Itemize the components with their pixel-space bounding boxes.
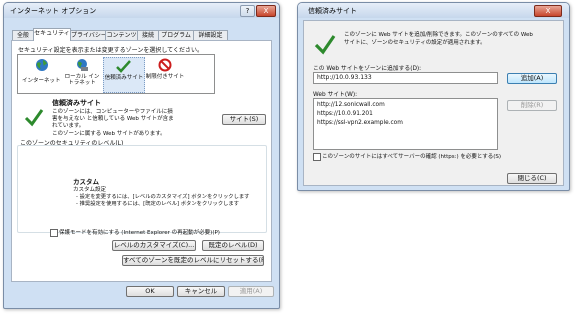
ok-button[interactable]: OK [126, 286, 174, 297]
website-item[interactable]: https://10.0.91.201 [317, 111, 373, 117]
tab-security[interactable]: セキュリティ [33, 28, 71, 41]
protected-mode-label: 保護モードを有効にする (Internet Explorer の再起動が必要)(… [59, 230, 220, 236]
intranet-icon [77, 59, 88, 71]
trusted-title: 信頼済みサイト [308, 7, 357, 15]
inet-title: インターネット オプション [10, 7, 97, 15]
zone-local-intranet-label: ローカル イントラネット [64, 74, 100, 86]
website-item[interactable]: http://12.sonicwall.com [317, 102, 385, 108]
remove-button[interactable]: 削除(R) [507, 100, 557, 111]
check-icon [116, 60, 131, 73]
trusted-titlebar: 信頼済みサイト X [298, 3, 569, 18]
zone-internet-label: インターネット [22, 78, 61, 84]
website-item[interactable]: https://ssl-vpn2.example.com [317, 120, 403, 126]
internet-options-window: インターネット オプション ? X 全般 セキュリティ プライバシー コンテンツ… [3, 2, 280, 309]
trusted-desc-line-1: このゾーンに Web サイトを追加/削除できます。このゾーンのすべての Web [344, 32, 533, 38]
websites-label: Web サイト(W): [313, 92, 358, 98]
trusted-close-button[interactable]: X [534, 5, 562, 17]
zone-trusted-sites-label: 信頼済みサイト [104, 75, 144, 81]
inet-close-button[interactable]: X [256, 5, 276, 17]
trusted-sites-window: 信頼済みサイト X このゾーンに Web サイトを追加/削除できます。このゾーン… [297, 2, 570, 191]
add-site-value: http://10.0.93.133 [317, 74, 372, 81]
reset-all-zones-button[interactable]: すべてのゾーンを既定のレベルにリセットする(R) [122, 255, 264, 266]
zone-local-intranet[interactable]: ローカル イントラネット [62, 57, 102, 91]
inet-titlebar: インターネット オプション ? X [4, 3, 279, 18]
websites-list[interactable]: http://12.sonicwall.com https://10.0.91.… [313, 98, 498, 150]
security-tab-panel: セキュリティ設定を表示または変更するゾーンを選択してください。 インターネット … [11, 40, 272, 282]
sites-button[interactable]: サイト(S) [222, 114, 266, 125]
globe-icon [36, 59, 48, 71]
restricted-icon [158, 58, 172, 72]
add-button[interactable]: 追加(A) [507, 73, 557, 84]
zone-description: このゾーンには、コンピューターやファイルに損害を与えない と信頼している Web… [52, 109, 174, 129]
zone-selector[interactable]: インターネット ローカル イントラネット 信頼済みサイト 制限付きサイト [17, 54, 215, 94]
apply-button[interactable]: 適用(A) [228, 286, 274, 297]
help-button[interactable]: ? [240, 5, 255, 17]
custom-level-button[interactable]: レベルのカスタマイズ(C)... [112, 240, 196, 251]
security-level-group: カスタム カスタム設定 - 設定を変更するには、[レベルのカスタマイズ] ボタン… [17, 145, 267, 233]
trusted-check-icon-large [314, 35, 336, 55]
require-https-checkbox[interactable] [313, 153, 321, 161]
trusted-desc-line-2: サイトに、ゾーンのセキュリティの設定が適用されます。 [344, 40, 486, 46]
require-https-label: このゾーンのサイトにはすべてサーバーの確認 (https:) を必要とする(S) [322, 154, 501, 160]
zone-restricted-sites-label: 制限付きサイト [145, 74, 185, 80]
cancel-button[interactable]: キャンセル [177, 286, 225, 297]
protected-mode-checkbox[interactable] [50, 229, 58, 237]
trusted-check-icon [24, 109, 44, 127]
zone-prompt: セキュリティ設定を表示または変更するゾーンを選択してください。 [18, 47, 203, 54]
zone-internet[interactable]: インターネット [22, 57, 62, 91]
add-site-input[interactable]: http://10.0.93.133 [313, 72, 498, 84]
trusted-sites-panel: このゾーンに Web サイトを追加/削除できます。このゾーンのすべての Web … [303, 20, 564, 186]
zone-title: 信頼済みサイト [52, 99, 101, 107]
zone-has-sites: このゾーンに属する Web サイトがあります。 [52, 131, 166, 137]
zone-trusted-sites[interactable]: 信頼済みサイト [103, 57, 145, 93]
zone-restricted-sites[interactable]: 制限付きサイト [145, 57, 185, 91]
add-site-label: この Web サイトをゾーンに追加する(D): [313, 66, 422, 72]
default-level-button[interactable]: 既定のレベル(D) [202, 240, 264, 251]
close-dialog-button[interactable]: 閉じる(C) [507, 173, 557, 184]
custom-line-3: - 推奨設定を使用するには、[既定のレベル] ボタンをクリックします [76, 201, 240, 207]
